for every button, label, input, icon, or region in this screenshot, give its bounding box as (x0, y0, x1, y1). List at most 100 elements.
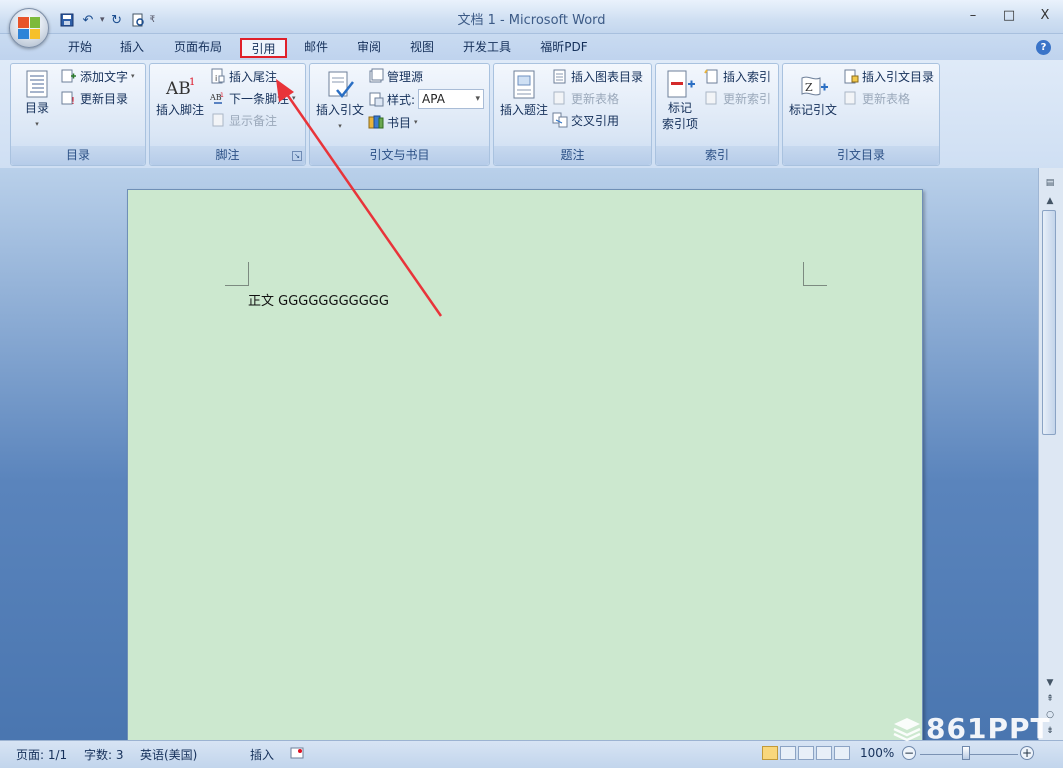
insert-mode[interactable]: 插入 (250, 746, 274, 763)
word-count[interactable]: 字数: 3 (84, 746, 124, 763)
update-toa-button[interactable]: 更新表格 (843, 88, 910, 108)
insert-table-of-figures-label: 插入图表目录 (571, 69, 644, 84)
svg-text:1: 1 (220, 92, 224, 99)
insert-citation-label: 插入引文 (315, 103, 364, 117)
group-footnotes: AB 1 插入脚注 i 插入尾注 AB 1 下一条脚注 ▾ 显示备注 脚注 ↘ (149, 63, 306, 166)
crop-mark-top-left (225, 262, 249, 286)
office-logo-icon (18, 17, 40, 39)
print-layout-view-icon[interactable] (762, 746, 778, 760)
cross-reference-button[interactable]: 交叉引用 (552, 110, 619, 130)
tab-insert[interactable]: 插入 (114, 38, 150, 58)
group-toc: 目录 ▾ 添加文字 ▾ ! 更新目录 目录 (10, 63, 146, 166)
macro-record-icon[interactable] (290, 746, 304, 763)
toc-dropdown-icon: ▾ (35, 120, 39, 128)
insert-citation-dropdown-icon: ▾ (338, 122, 342, 130)
full-screen-reading-view-icon[interactable] (780, 746, 796, 760)
update-index-button[interactable]: 更新索引 (704, 88, 771, 108)
show-notes-button[interactable]: 显示备注 (210, 110, 277, 130)
group-toa: Z 标记引文 插入引文目录 更新表格 引文目录 (782, 63, 940, 166)
update-toc-button[interactable]: ! 更新目录 (61, 88, 128, 108)
language-indicator[interactable]: 英语(美国) (140, 746, 197, 763)
help-icon[interactable]: ? (1036, 40, 1051, 55)
add-text-icon (61, 68, 77, 84)
update-toa-label: 更新表格 (862, 91, 911, 106)
ribbon-tabs: 开始 插入 页面布局 引用 邮件 审阅 视图 开发工具 福昕PDF ? (0, 34, 1063, 60)
insert-toa-label: 插入引文目录 (862, 69, 935, 84)
insert-toa-button[interactable]: 插入引文目录 (843, 66, 934, 86)
cross-reference-icon (552, 112, 568, 128)
tab-view[interactable]: 视图 (404, 38, 440, 58)
tab-home[interactable]: 开始 (62, 38, 98, 58)
insert-caption-button[interactable]: 插入题注 (498, 70, 550, 118)
insert-index-button[interactable]: 插入索引 (704, 66, 771, 86)
close-button[interactable]: X (1027, 6, 1063, 26)
ruler-toggle-icon[interactable]: ▤ (1041, 176, 1059, 190)
minimize-button[interactable]: – (955, 6, 991, 26)
tab-mailings[interactable]: 邮件 (298, 38, 334, 58)
insert-index-icon (704, 68, 720, 84)
next-footnote-button[interactable]: AB 1 下一条脚注 ▾ (209, 88, 296, 108)
tab-page-layout[interactable]: 页面布局 (168, 38, 228, 58)
maximize-button[interactable]: □ (991, 6, 1027, 26)
zoom-in-button[interactable]: + (1020, 746, 1034, 760)
insert-endnote-label: 插入尾注 (229, 69, 278, 84)
footnotes-launcher-icon[interactable]: ↘ (292, 151, 302, 161)
svg-text:1: 1 (189, 77, 195, 88)
group-index: 标记 索引项 插入索引 更新索引 索引 (655, 63, 779, 166)
scroll-thumb[interactable] (1042, 210, 1056, 435)
style-label: 样式: (387, 92, 416, 107)
mark-citation-button[interactable]: Z 标记引文 (785, 74, 841, 118)
scroll-up-icon[interactable]: ▲ (1041, 194, 1059, 208)
update-table-icon (552, 90, 568, 106)
manage-sources-button[interactable]: 管理源 (368, 66, 423, 86)
tab-foxit-pdf[interactable]: 福昕PDF (534, 38, 594, 58)
window-title: 文档 1 - Microsoft Word (457, 13, 606, 28)
insert-footnote-button[interactable]: AB 1 插入脚注 (154, 74, 206, 118)
next-footnote-dropdown-icon: ▾ (292, 94, 296, 102)
toc-button[interactable]: 目录 ▾ (17, 70, 57, 132)
web-layout-view-icon[interactable] (798, 746, 814, 760)
add-text-dropdown-icon: ▾ (131, 72, 135, 80)
group-index-label: 索引 (656, 146, 778, 165)
manage-sources-label: 管理源 (387, 69, 424, 84)
insert-index-label: 插入索引 (723, 69, 772, 84)
ribbon: 目录 ▾ 添加文字 ▾ ! 更新目录 目录 AB 1 插入脚注 i 插入尾注 AB 1… (0, 60, 1063, 168)
update-index-icon (704, 90, 720, 106)
cross-reference-label: 交叉引用 (571, 113, 620, 128)
zoom-level[interactable]: 100% (860, 746, 894, 760)
watermark-text: 861PPT (926, 712, 1051, 745)
scroll-down-icon[interactable]: ▼ (1041, 676, 1059, 690)
group-toa-label: 引文目录 (783, 146, 939, 165)
insert-caption-label: 插入题注 (499, 103, 548, 117)
previous-page-icon[interactable]: ⇞ (1041, 692, 1059, 706)
update-table-button[interactable]: 更新表格 (552, 88, 619, 108)
office-button[interactable] (9, 8, 49, 48)
draft-view-icon[interactable] (834, 746, 850, 760)
zoom-out-button[interactable]: − (902, 746, 916, 760)
bibliography-icon (368, 114, 384, 130)
watermark-logo: 861PPT (892, 712, 1051, 745)
outline-view-icon[interactable] (816, 746, 832, 760)
group-citations: 插入引文 ▾ 管理源 样式: APA 书目▾ 引文与书目 (309, 63, 490, 166)
insert-table-of-figures-button[interactable]: 插入图表目录 (552, 66, 643, 86)
style-dropdown[interactable]: APA (418, 89, 485, 109)
bibliography-button[interactable]: 书目 ▾ (368, 112, 418, 132)
page-count[interactable]: 页面: 1/1 (16, 746, 67, 763)
tab-references[interactable]: 引用 (240, 38, 287, 58)
document-body-text[interactable]: 正文 GGGGGGGGGGG (248, 290, 389, 309)
toc-icon (26, 70, 48, 98)
tab-review[interactable]: 审阅 (350, 38, 388, 58)
zoom-slider-thumb[interactable] (962, 746, 970, 760)
mark-entry-button[interactable]: 标记 索引项 (658, 70, 702, 132)
insert-endnote-button[interactable]: i 插入尾注 (210, 66, 277, 86)
mark-entry-label-line1: 标记 (667, 101, 692, 115)
group-captions-label: 题注 (494, 146, 651, 165)
update-index-label: 更新索引 (723, 91, 772, 106)
bibliography-dropdown-icon: ▾ (414, 118, 418, 126)
add-text-button[interactable]: 添加文字 ▾ (61, 66, 135, 86)
document-page[interactable]: 正文 GGGGGGGGGGG (127, 189, 923, 749)
tab-developer[interactable]: 开发工具 (456, 38, 518, 58)
vertical-scrollbar[interactable]: ▤ ▲ ▼ ⇞ ○ ⇟ (1038, 168, 1063, 740)
insert-citation-button[interactable]: 插入引文 ▾ (314, 70, 366, 134)
update-toa-icon (843, 90, 859, 106)
